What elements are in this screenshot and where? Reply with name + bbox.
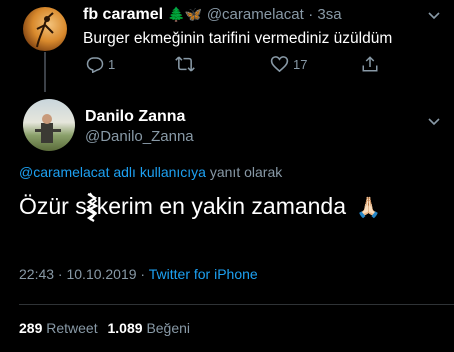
tweet2-emoji: 🙏🏻 xyxy=(356,197,382,219)
tweet1-name-emojis: 🌲🦋 xyxy=(167,6,203,22)
reply-context: @caramelacat adlı kullanıcıya yanıt olar… xyxy=(19,164,282,180)
heart-icon xyxy=(270,55,289,73)
tweet2-meta: 22:43 · 10.10.2019 · Twitter for iPhone xyxy=(19,266,258,282)
tweet2-handle[interactable]: @Danilo_Zanna xyxy=(85,128,194,145)
tweet1-header: fb caramel 🌲🦋 @caramelacat · 3sa xyxy=(83,6,342,24)
caramel-avatar[interactable] xyxy=(23,7,67,51)
like-label: Beğeni xyxy=(146,320,191,336)
tweet1-time[interactable]: · 3sa xyxy=(308,6,341,23)
retweet-icon xyxy=(175,55,195,73)
retweet-count: 289 xyxy=(19,320,43,336)
tweet2-text: Özür s kerim en yakin zamanda 🙏🏻 xyxy=(19,192,381,222)
tweet1-like-button[interactable]: 17 xyxy=(270,55,307,73)
tweet2-display-name[interactable]: Danilo Zanna xyxy=(85,108,185,126)
tweet1-text: Burger ekmeğinin tarifini vermediniz üzü… xyxy=(83,30,393,47)
tweet1-more-chevron-icon[interactable] xyxy=(428,8,440,23)
tweet2-timestamp[interactable]: 22:43 · 10.10.2019 · xyxy=(19,266,145,282)
tweet1-actions: 1 17 xyxy=(86,55,386,77)
share-icon xyxy=(361,55,379,73)
thread-connector-line xyxy=(44,52,46,92)
retweet-label: Retweet xyxy=(46,320,98,336)
tweet2-text-after: kerim en yakin zamanda xyxy=(96,193,347,219)
censor-scribble xyxy=(85,192,99,222)
tweet2-more-chevron-icon[interactable] xyxy=(428,114,440,129)
like-stat[interactable]: 1.089 Beğeni xyxy=(108,320,191,336)
stats-divider-top xyxy=(19,304,454,305)
tweet2-stats: 289 Retweet 1.089 Beğeni xyxy=(19,320,190,336)
reply-icon xyxy=(86,55,104,73)
tweet1-like-count: 17 xyxy=(293,56,308,72)
tweet1-reply-button[interactable]: 1 xyxy=(86,55,115,73)
reply-to-suffix: yanıt olarak xyxy=(209,164,283,180)
tweet2-source-link[interactable]: Twitter for iPhone xyxy=(149,266,258,282)
tweet1-reply-count: 1 xyxy=(108,56,116,72)
reply-to-mention-link[interactable]: @caramelacat adlı kullanıcıya xyxy=(19,164,206,180)
tweet1-handle[interactable]: @caramelacat xyxy=(207,6,304,23)
danilo-avatar[interactable] xyxy=(23,99,75,151)
like-count: 1.089 xyxy=(107,320,143,336)
tweet1-retweet-button[interactable] xyxy=(175,55,195,73)
tweet1-display-name[interactable]: fb caramel xyxy=(83,6,163,23)
retweet-stat[interactable]: 289 Retweet xyxy=(19,320,98,336)
tweet2-text-before: Özür s xyxy=(19,193,87,219)
tweet1-share-button[interactable] xyxy=(361,55,379,73)
